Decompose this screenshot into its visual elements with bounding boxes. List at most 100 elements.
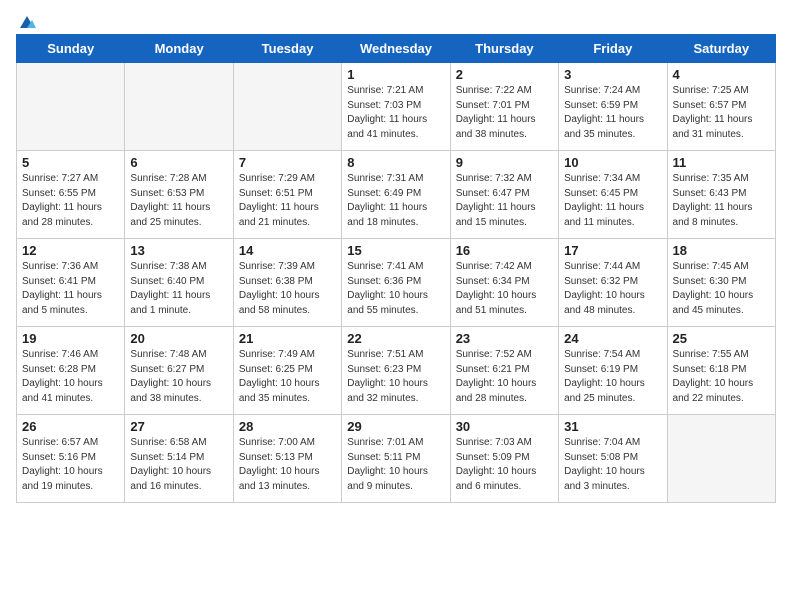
calendar-cell: 26 Sunrise: 6:57 AM Sunset: 5:16 PM Dayli… — [17, 415, 125, 503]
calendar-cell — [125, 63, 233, 151]
day-number: 24 — [564, 331, 661, 346]
calendar-cell: 2 Sunrise: 7:22 AM Sunset: 7:01 PM Daylig… — [450, 63, 558, 151]
day-number: 30 — [456, 419, 553, 434]
calendar-cell: 20 Sunrise: 7:48 AM Sunset: 6:27 PM Dayli… — [125, 327, 233, 415]
calendar-week-row: 26 Sunrise: 6:57 AM Sunset: 5:16 PM Dayli… — [17, 415, 776, 503]
day-info: Sunrise: 7:24 AM Sunset: 6:59 PM Dayligh… — [564, 84, 661, 142]
day-number: 19 — [22, 331, 119, 346]
day-info: Sunrise: 7:55 AM Sunset: 6:18 PM Dayligh… — [673, 348, 770, 406]
calendar-cell — [233, 63, 341, 151]
day-number: 7 — [239, 155, 336, 170]
day-number: 14 — [239, 243, 336, 258]
day-info: Sunrise: 7:28 AM Sunset: 6:53 PM Dayligh… — [130, 172, 227, 230]
calendar-cell: 14 Sunrise: 7:39 AM Sunset: 6:38 PM Dayli… — [233, 239, 341, 327]
day-info: Sunrise: 7:46 AM Sunset: 6:28 PM Dayligh… — [22, 348, 119, 406]
day-info: Sunrise: 6:57 AM Sunset: 5:16 PM Dayligh… — [22, 436, 119, 494]
calendar-cell: 7 Sunrise: 7:29 AM Sunset: 6:51 PM Daylig… — [233, 151, 341, 239]
calendar-cell: 24 Sunrise: 7:54 AM Sunset: 6:19 PM Dayli… — [559, 327, 667, 415]
calendar-cell — [17, 63, 125, 151]
calendar-cell: 12Sunrise: 7:36 AM Sunset: 6:41 PM Dayli… — [17, 239, 125, 327]
logo — [16, 16, 36, 26]
day-of-week-header: Monday — [125, 35, 233, 63]
day-info: Sunrise: 7:03 AM Sunset: 5:09 PM Dayligh… — [456, 436, 553, 494]
calendar-header-row: SundayMondayTuesdayWednesdayThursdayFrid… — [17, 35, 776, 63]
day-number: 6 — [130, 155, 227, 170]
day-of-week-header: Thursday — [450, 35, 558, 63]
calendar-cell: 17 Sunrise: 7:44 AM Sunset: 6:32 PM Dayli… — [559, 239, 667, 327]
day-of-week-header: Friday — [559, 35, 667, 63]
day-number: 29 — [347, 419, 444, 434]
day-info: Sunrise: 7:00 AM Sunset: 5:13 PM Dayligh… — [239, 436, 336, 494]
calendar-cell: 13Sunrise: 7:38 AM Sunset: 6:40 PM Dayli… — [125, 239, 233, 327]
calendar-cell: 25 Sunrise: 7:55 AM Sunset: 6:18 PM Dayli… — [667, 327, 775, 415]
day-info: Sunrise: 7:29 AM Sunset: 6:51 PM Dayligh… — [239, 172, 336, 230]
day-info: Sunrise: 7:35 AM Sunset: 6:43 PM Dayligh… — [673, 172, 770, 230]
calendar-cell: 11 Sunrise: 7:35 AM Sunset: 6:43 PM Dayli… — [667, 151, 775, 239]
day-info: Sunrise: 7:36 AM Sunset: 6:41 PM Dayligh… — [22, 260, 119, 318]
day-info: Sunrise: 7:21 AM Sunset: 7:03 PM Dayligh… — [347, 84, 444, 142]
day-of-week-header: Tuesday — [233, 35, 341, 63]
day-number: 16 — [456, 243, 553, 258]
day-number: 21 — [239, 331, 336, 346]
day-number: 3 — [564, 67, 661, 82]
day-info: Sunrise: 7:34 AM Sunset: 6:45 PM Dayligh… — [564, 172, 661, 230]
day-number: 17 — [564, 243, 661, 258]
calendar-cell: 15 Sunrise: 7:41 AM Sunset: 6:36 PM Dayli… — [342, 239, 450, 327]
calendar-cell: 23 Sunrise: 7:52 AM Sunset: 6:21 PM Dayli… — [450, 327, 558, 415]
day-number: 20 — [130, 331, 227, 346]
calendar-cell: 27 Sunrise: 6:58 AM Sunset: 5:14 PM Dayli… — [125, 415, 233, 503]
day-number: 26 — [22, 419, 119, 434]
day-number: 2 — [456, 67, 553, 82]
calendar-cell: 30 Sunrise: 7:03 AM Sunset: 5:09 PM Dayli… — [450, 415, 558, 503]
calendar-cell: 16 Sunrise: 7:42 AM Sunset: 6:34 PM Dayli… — [450, 239, 558, 327]
calendar-week-row: 5 Sunrise: 7:27 AM Sunset: 6:55 PM Daylig… — [17, 151, 776, 239]
day-info: Sunrise: 7:48 AM Sunset: 6:27 PM Dayligh… — [130, 348, 227, 406]
day-number: 1 — [347, 67, 444, 82]
calendar-cell: 9 Sunrise: 7:32 AM Sunset: 6:47 PM Daylig… — [450, 151, 558, 239]
page-header — [16, 16, 776, 26]
calendar-cell: 28 Sunrise: 7:00 AM Sunset: 5:13 PM Dayli… — [233, 415, 341, 503]
day-info: Sunrise: 7:51 AM Sunset: 6:23 PM Dayligh… — [347, 348, 444, 406]
day-info: Sunrise: 7:01 AM Sunset: 5:11 PM Dayligh… — [347, 436, 444, 494]
day-number: 11 — [673, 155, 770, 170]
calendar-cell: 1 Sunrise: 7:21 AM Sunset: 7:03 PM Daylig… — [342, 63, 450, 151]
day-number: 15 — [347, 243, 444, 258]
calendar-cell: 5 Sunrise: 7:27 AM Sunset: 6:55 PM Daylig… — [17, 151, 125, 239]
day-info: Sunrise: 6:58 AM Sunset: 5:14 PM Dayligh… — [130, 436, 227, 494]
calendar-cell: 4 Sunrise: 7:25 AM Sunset: 6:57 PM Daylig… — [667, 63, 775, 151]
day-number: 27 — [130, 419, 227, 434]
day-of-week-header: Sunday — [17, 35, 125, 63]
day-info: Sunrise: 7:44 AM Sunset: 6:32 PM Dayligh… — [564, 260, 661, 318]
calendar-cell: 31Sunrise: 7:04 AM Sunset: 5:08 PM Dayli… — [559, 415, 667, 503]
day-number: 4 — [673, 67, 770, 82]
day-number: 25 — [673, 331, 770, 346]
day-info: Sunrise: 7:27 AM Sunset: 6:55 PM Dayligh… — [22, 172, 119, 230]
calendar-cell: 8Sunrise: 7:31 AM Sunset: 6:49 PM Daylig… — [342, 151, 450, 239]
day-number: 23 — [456, 331, 553, 346]
calendar-cell: 19 Sunrise: 7:46 AM Sunset: 6:28 PM Dayli… — [17, 327, 125, 415]
day-info: Sunrise: 7:41 AM Sunset: 6:36 PM Dayligh… — [347, 260, 444, 318]
day-of-week-header: Wednesday — [342, 35, 450, 63]
day-info: Sunrise: 7:39 AM Sunset: 6:38 PM Dayligh… — [239, 260, 336, 318]
day-info: Sunrise: 7:32 AM Sunset: 6:47 PM Dayligh… — [456, 172, 553, 230]
calendar-cell: 18Sunrise: 7:45 AM Sunset: 6:30 PM Dayli… — [667, 239, 775, 327]
calendar-cell — [667, 415, 775, 503]
calendar-cell: 22 Sunrise: 7:51 AM Sunset: 6:23 PM Dayli… — [342, 327, 450, 415]
day-number: 9 — [456, 155, 553, 170]
day-info: Sunrise: 7:22 AM Sunset: 7:01 PM Dayligh… — [456, 84, 553, 142]
calendar-cell: 29 Sunrise: 7:01 AM Sunset: 5:11 PM Dayli… — [342, 415, 450, 503]
logo-icon — [18, 14, 36, 30]
calendar-week-row: 12Sunrise: 7:36 AM Sunset: 6:41 PM Dayli… — [17, 239, 776, 327]
day-info: Sunrise: 7:25 AM Sunset: 6:57 PM Dayligh… — [673, 84, 770, 142]
day-number: 13 — [130, 243, 227, 258]
calendar-cell: 10Sunrise: 7:34 AM Sunset: 6:45 PM Dayli… — [559, 151, 667, 239]
calendar-cell: 21Sunrise: 7:49 AM Sunset: 6:25 PM Dayli… — [233, 327, 341, 415]
day-number: 5 — [22, 155, 119, 170]
day-info: Sunrise: 7:42 AM Sunset: 6:34 PM Dayligh… — [456, 260, 553, 318]
calendar-table: SundayMondayTuesdayWednesdayThursdayFrid… — [16, 34, 776, 503]
day-info: Sunrise: 7:52 AM Sunset: 6:21 PM Dayligh… — [456, 348, 553, 406]
day-number: 28 — [239, 419, 336, 434]
day-info: Sunrise: 7:31 AM Sunset: 6:49 PM Dayligh… — [347, 172, 444, 230]
day-number: 22 — [347, 331, 444, 346]
day-info: Sunrise: 7:54 AM Sunset: 6:19 PM Dayligh… — [564, 348, 661, 406]
